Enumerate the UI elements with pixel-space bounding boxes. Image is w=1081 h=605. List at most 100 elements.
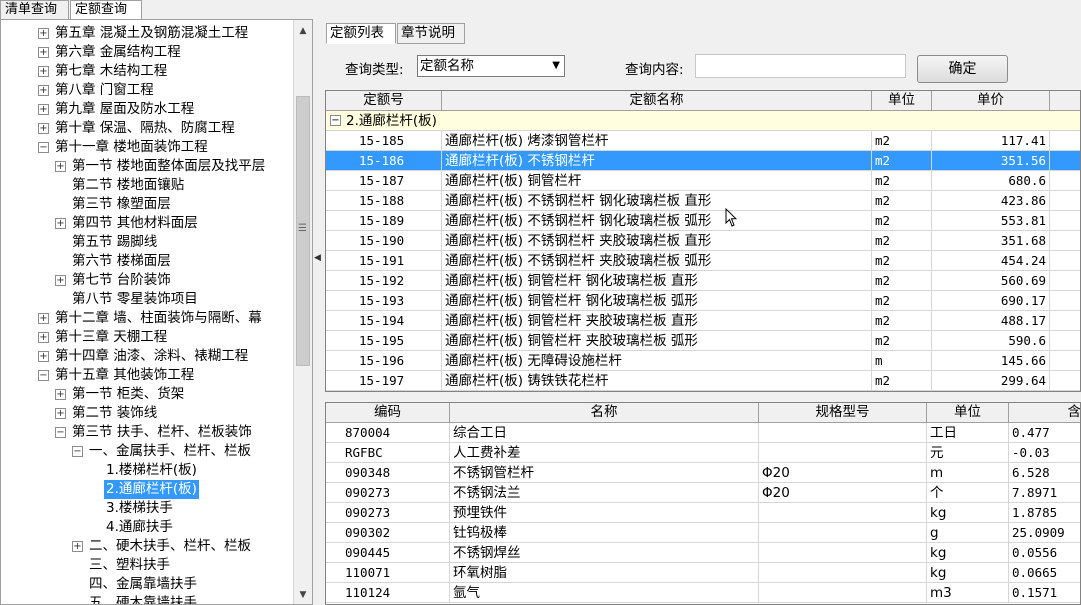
scroll-down-icon[interactable]: ▼ [294, 586, 312, 604]
tree-item[interactable]: + 第七章 木结构工程 [1, 62, 293, 81]
collapse-icon[interactable]: − [38, 142, 49, 153]
tab-bill-query[interactable]: 清单查询 [0, 0, 69, 19]
quantity-cell: 25.0909 [1009, 523, 1080, 543]
table-row[interactable]: 090445 不锈钢焊丝 kg 0.0556 [326, 543, 1080, 563]
table-row[interactable]: 090302 钍钨极棒 g 25.0909 [326, 523, 1080, 543]
tree-item[interactable]: + 第七节 台阶装饰 [1, 271, 293, 290]
tree-item[interactable]: + 第二节 装饰线 [1, 404, 293, 423]
tree-item[interactable]: 第六节 楼梯面层 [1, 252, 293, 271]
expand-icon[interactable]: + [38, 313, 49, 324]
tree-item[interactable]: − 第十一章 楼地面装饰工程 [1, 138, 293, 157]
expand-icon[interactable]: + [72, 541, 83, 552]
table-row[interactable]: 15-193 通廊栏杆(板) 铜管栏杆 钢化玻璃栏板 弧形 m2 690.17 [326, 291, 1080, 311]
tree-item[interactable]: + 第十三章 天棚工程 [1, 328, 293, 347]
expand-icon[interactable]: + [38, 104, 49, 115]
tree-item[interactable]: + 二、硬木扶手、栏杆、栏板 [1, 537, 293, 556]
tree-item[interactable]: + 第十四章 油漆、涂料、裱糊工程 [1, 347, 293, 366]
table-row[interactable]: 090348 不锈钢管栏杆 Φ20 m 6.528 [326, 463, 1080, 483]
expand-icon[interactable]: + [55, 161, 66, 172]
table-row[interactable]: 15-195 通廊栏杆(板) 铜管栏杆 夹胶玻璃栏板 弧形 m2 590.6 [326, 331, 1080, 351]
tab-quota-query[interactable]: 定额查询 [70, 0, 142, 19]
col-unit[interactable]: 单位 [872, 91, 932, 111]
spec-cell: Φ20 [759, 483, 927, 503]
expand-icon[interactable]: + [55, 389, 66, 400]
table-row[interactable]: RGFBC 人工费补差 元 -0.03 [326, 443, 1080, 463]
tree-item-label: 2.通廊栏杆(板) [104, 480, 199, 499]
tree-item[interactable]: + 第十二章 墙、柱面装饰与隔断、幕 [1, 309, 293, 328]
table-row[interactable]: 15-187 通廊栏杆(板) 铜管栏杆 m2 680.6 [326, 171, 1080, 191]
collapse-left-icon[interactable]: ◀ [314, 253, 321, 263]
tree-scrollbar[interactable]: ▲ ☰ ▼ [293, 20, 312, 604]
tree-item[interactable]: − 一、金属扶手、栏杆、栏板 [1, 442, 293, 461]
expand-icon[interactable]: + [38, 351, 49, 362]
query-content-input[interactable] [695, 54, 906, 78]
tree-item[interactable]: 五、硬木靠墙扶手 [1, 594, 293, 604]
table-row[interactable]: 090273 预埋铁件 kg 1.8785 [326, 503, 1080, 523]
query-type-select[interactable]: 定额名称 ▼ [417, 55, 565, 77]
confirm-button[interactable]: 确定 [917, 55, 1008, 83]
tree-item[interactable]: 1.楼梯栏杆(板) [1, 461, 293, 480]
table-row[interactable]: 15-188 通廊栏杆(板) 不锈钢栏杆 钢化玻璃栏板 直形 m2 423.86 [326, 191, 1080, 211]
table-row[interactable]: 110124 氩气 m3 0.1571 [326, 583, 1080, 603]
expand-icon[interactable]: + [38, 85, 49, 96]
col-quota-name[interactable]: 定额名称 [442, 91, 872, 111]
expand-icon[interactable]: + [38, 47, 49, 58]
tree-item[interactable]: − 第三节 扶手、栏杆、栏板装饰 [1, 423, 293, 442]
tree-item[interactable]: 3.楼梯扶手 [1, 499, 293, 518]
table-row[interactable]: 15-189 通廊栏杆(板) 不锈钢栏杆 钢化玻璃栏板 弧形 m2 553.81 [326, 211, 1080, 231]
tree-item[interactable]: 第三节 橡塑面层 [1, 195, 293, 214]
tree-item[interactable]: + 第四节 其他材料面层 [1, 214, 293, 233]
tree-item[interactable]: 第五节 踢脚线 [1, 233, 293, 252]
expand-icon[interactable]: + [38, 28, 49, 39]
collapse-icon[interactable]: − [38, 370, 49, 381]
col-quantity[interactable]: 含 [1009, 403, 1081, 423]
expand-icon[interactable]: + [55, 275, 66, 286]
group-row[interactable]: − 2.通廊栏杆(板) [326, 111, 1080, 131]
tree-item[interactable]: 三、塑料扶手 [1, 556, 293, 575]
col-quota-no[interactable]: 定额号 [326, 91, 442, 111]
table-row[interactable]: 15-194 通廊栏杆(板) 铜管栏杆 夹胶玻璃栏板 直形 m2 488.17 [326, 311, 1080, 331]
collapse-icon[interactable]: − [55, 427, 66, 438]
tree-item[interactable]: + 第五章 混凝土及钢筋混凝土工程 [1, 24, 293, 43]
expand-icon[interactable]: + [55, 218, 66, 229]
collapse-icon[interactable]: − [330, 115, 341, 126]
col-material-name[interactable]: 名称 [450, 403, 759, 423]
material-table-header: 编码 名称 规格型号 单位 含 [326, 403, 1081, 423]
tab-chapter-notes[interactable]: 章节说明 [397, 23, 465, 44]
tree-item[interactable]: 四、金属靠墙扶手 [1, 575, 293, 594]
tree-item[interactable]: + 第八章 门窗工程 [1, 81, 293, 100]
table-row[interactable]: 15-191 通廊栏杆(板) 不锈钢栏杆 夹胶玻璃栏板 弧形 m2 454.24 [326, 251, 1080, 271]
table-row[interactable]: 15-185 通廊栏杆(板) 烤漆钢管栏杆 m2 117.41 [326, 131, 1080, 151]
pane-splitter[interactable]: ◀ [313, 19, 322, 605]
table-row[interactable]: 15-197 通廊栏杆(板) 铸铁铁花栏杆 m2 299.64 [326, 371, 1080, 391]
table-row[interactable]: 15-190 通廊栏杆(板) 不锈钢栏杆 夹胶玻璃栏板 直形 m2 351.68 [326, 231, 1080, 251]
tree-item[interactable]: + 第一节 楼地面整体面层及找平层 [1, 157, 293, 176]
tree-item[interactable]: 第八节 零星装饰项目 [1, 290, 293, 309]
col-code[interactable]: 编码 [326, 403, 450, 423]
tree-item[interactable]: 4.通廊扶手 [1, 518, 293, 537]
table-row[interactable]: 15-196 通廊栏杆(板) 无障碍设施栏杆 m 145.66 [326, 351, 1080, 371]
scroll-up-icon[interactable]: ▲ [294, 22, 312, 40]
col-spec[interactable]: 规格型号 [759, 403, 927, 423]
table-row[interactable]: 870004 综合工日 工日 0.477 [326, 423, 1080, 443]
tree-item[interactable]: + 第十章 保温、隔热、防腐工程 [1, 119, 293, 138]
expand-icon[interactable]: + [55, 408, 66, 419]
table-row[interactable]: 110071 环氧树脂 kg 0.0665 [326, 563, 1080, 583]
tree-item[interactable]: − 第十五章 其他装饰工程 [1, 366, 293, 385]
collapse-icon[interactable]: − [72, 446, 83, 457]
tree-item[interactable]: 2.通廊栏杆(板) [1, 480, 293, 499]
expand-icon[interactable]: + [38, 123, 49, 134]
quantity-cell: 1.8785 [1009, 503, 1080, 523]
tab-quota-list[interactable]: 定额列表 [326, 23, 396, 44]
col-unit-price[interactable]: 单价 [932, 91, 1050, 111]
tree-item[interactable]: + 第九章 屋面及防水工程 [1, 100, 293, 119]
table-row[interactable]: 15-186 通廊栏杆(板) 不锈钢栏杆 m2 351.56 [326, 151, 1080, 171]
table-row[interactable]: 090273 不锈钢法兰 Φ20 个 7.8971 [326, 483, 1080, 503]
tree-item[interactable]: 第二节 楼地面镶贴 [1, 176, 293, 195]
expand-icon[interactable]: + [38, 332, 49, 343]
table-row[interactable]: 15-192 通廊栏杆(板) 铜管栏杆 钢化玻璃栏板 直形 m2 560.69 [326, 271, 1080, 291]
tree-item[interactable]: + 第六章 金属结构工程 [1, 43, 293, 62]
col-material-unit[interactable]: 单位 [927, 403, 1009, 423]
tree-item[interactable]: + 第一节 柜类、货架 [1, 385, 293, 404]
expand-icon[interactable]: + [38, 66, 49, 77]
